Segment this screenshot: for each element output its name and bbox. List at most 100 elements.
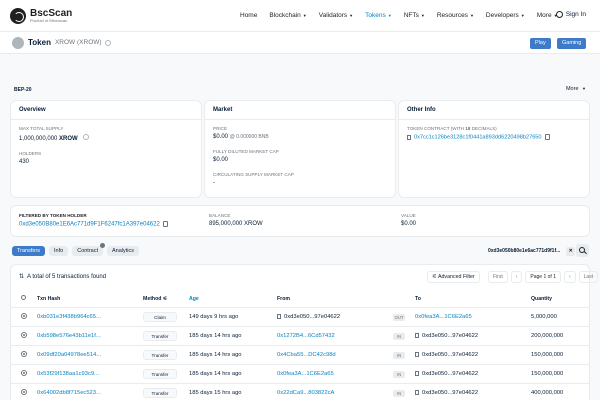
copy-icon[interactable] [544,134,550,140]
method-badge: Transfer [143,350,177,360]
gaming-button[interactable]: Gaming [557,38,587,49]
contract-file-icon [407,134,411,140]
quantity-value: 400,000,000 [531,383,589,400]
other-info-card: Other Info TOKEN CONTRACT (WITH 18 DECIM… [398,100,590,198]
play-button[interactable]: Play [530,38,551,49]
from-address-link[interactable]: 0x1272B4...6Cd57432 [277,326,393,346]
nav-resources[interactable]: Resources ▼ [437,12,474,19]
contract-address: 0x7cc1c126be3128c1f0441a893dd6220498b276… [407,134,581,140]
table-row: 0x64002db8f715ec523... Transfer 185 days… [11,383,589,400]
first-page-button[interactable]: First [488,271,508,283]
col-age[interactable]: Age [189,291,277,308]
sign-in-link[interactable]: Sign In [555,11,586,18]
filter-card: FILTERED BY TOKEN HOLDER 0xd3e050B80e1E6… [10,205,590,237]
info-icon[interactable] [83,134,90,140]
quantity-value: 150,000,000 [531,345,589,365]
contract-address-link[interactable]: 0x7cc1c126be3128c1f0441a893dd6220498b276… [414,134,542,140]
document-icon [415,389,419,395]
token-logo-icon [12,37,24,49]
to-cell: 0xd3e050...97e04622 [415,345,531,365]
prev-page-button[interactable]: ‹ [510,271,523,283]
filter-icon: ⚟ [432,274,437,280]
overview-title: Overview [11,101,201,120]
txn-hash-link[interactable]: 0xb598e576e43b11e1f... [37,326,143,346]
nav-more-label: More [536,12,552,19]
direction-badge: IN [393,332,405,340]
nav-validators[interactable]: Validators ▼ [319,12,353,19]
txn-age: 185 days 15 hrs ago [189,383,277,400]
holders-value: 430 [19,159,30,165]
transactions-summary: ⇅ A total of 5 transactions found [19,273,106,281]
advanced-filter-button[interactable]: ⚟ Advanced Filter [427,271,480,283]
txn-hash-link[interactable]: 0x53f29f138aa1c93c9... [37,364,143,384]
quantity-value: 150,000,000 [531,364,589,384]
logo-subtitle: Product of Etherscan [30,18,68,23]
txn-age: 185 days 14 hrs ago [189,326,277,346]
contract-label-suffix: DECIMALS) [471,126,497,131]
nav-developers-label: Developers [485,12,519,19]
bscscan-logo[interactable]: BscScan Product of Etherscan [10,8,72,24]
eye-icon[interactable] [21,370,27,376]
to-address-link[interactable]: 0x0fea3A...1C6E2a65 [415,307,531,327]
filter-address-link[interactable]: 0xd3e050B80e1E6Ac771d9F1F6247fc1A397e046… [19,222,160,228]
tab-info[interactable]: Info [49,246,69,256]
txn-hash-link[interactable]: 0x64002db8f715ec523... [37,383,143,400]
nav-nfts-label: NFTs [403,12,419,19]
more-dropdown[interactable]: More ▼ [566,86,586,92]
direction-badge: OUT [393,313,405,321]
chevron-down-icon: ▼ [520,13,525,18]
token-tabs: Transfers Info Contract Analytics [12,243,143,256]
search-icon[interactable] [576,244,589,257]
filter-icon[interactable]: ⚟ [163,296,168,302]
document-icon [277,313,281,319]
overview-card: Overview MAX TOTAL SUPPLY 1,000,000,000 … [10,100,202,198]
nav-nfts[interactable]: NFTs ▼ [404,12,425,19]
main-nav: Home Blockchain ▼ Validators ▼ Tokens ▼ NFT… [240,12,570,19]
txn-hash-link[interactable]: 0xb031e3f438b964c65... [37,307,143,327]
filter-label: FILTERED BY TOKEN HOLDER [19,213,87,218]
pagination: First ‹ Page 1 of 1 › Last [485,271,599,283]
txn-hash-link[interactable]: 0x09df20a04978ee514... [37,345,143,365]
nav-developers[interactable]: Developers ▼ [486,12,525,19]
fdmc-value: $0.00 [213,157,229,163]
chevron-down-icon: ▼ [420,13,425,18]
chevron-down-icon: ▼ [349,13,354,18]
tab-contract[interactable]: Contract [72,243,106,256]
price-label: PRICE [213,126,228,131]
tab-analytics[interactable]: Analytics [107,246,140,256]
transfers-table: Txn Hash Method ⚟ Age From To Quantity 0… [11,291,589,400]
from-cell: 0xd3e050...97e04622 [277,307,393,327]
method-badge: Transfer [143,369,177,379]
direction-badge: IN [393,370,405,378]
tab-transfers[interactable]: Transfers [12,246,46,256]
direction-badge: IN [393,351,405,359]
price-value: $0.00 [213,134,229,140]
eye-icon[interactable] [21,351,27,357]
advanced-filter-label: Advanced Filter [437,274,475,280]
eye-icon[interactable] [21,389,27,395]
eye-icon[interactable] [21,313,27,319]
method-badge: Transfer [143,388,177,398]
question-circle-icon[interactable] [104,39,111,46]
value-label: VALUE [401,213,416,218]
contract-label-prefix: TOKEN CONTRACT (WITH [407,126,464,131]
from-address-link[interactable]: 0x4Cba55...DC42c98d [277,345,393,365]
nav-more[interactable]: More ▼ [537,12,558,19]
nav-tokens[interactable]: Tokens ▼ [365,12,392,19]
from-address-link[interactable]: 0x0fea3A...1C6E2a65 [277,364,393,384]
from-address-link[interactable]: 0x22dCa9...803822cA [277,383,393,400]
holders-label: HOLDERS [19,151,42,156]
close-icon[interactable]: ✕ [566,246,576,256]
to-address: 0xd3e050...97e04622 [422,333,479,340]
next-page-button[interactable]: › [563,271,576,283]
sign-in-label: Sign In [565,11,586,18]
eye-icon[interactable] [21,332,27,338]
nav-resources-label: Resources [436,12,468,19]
nav-blockchain[interactable]: Blockchain ▼ [269,12,306,19]
nav-home[interactable]: Home [240,12,257,19]
question-circle-icon[interactable] [21,295,26,300]
nav-validators-label: Validators [318,12,348,19]
last-page-button[interactable]: Last [578,271,599,283]
copy-icon[interactable] [162,221,168,227]
holder-filter-pill: 0xd3e050b80e1e6ac771d9f1f... ✕ [488,246,576,256]
